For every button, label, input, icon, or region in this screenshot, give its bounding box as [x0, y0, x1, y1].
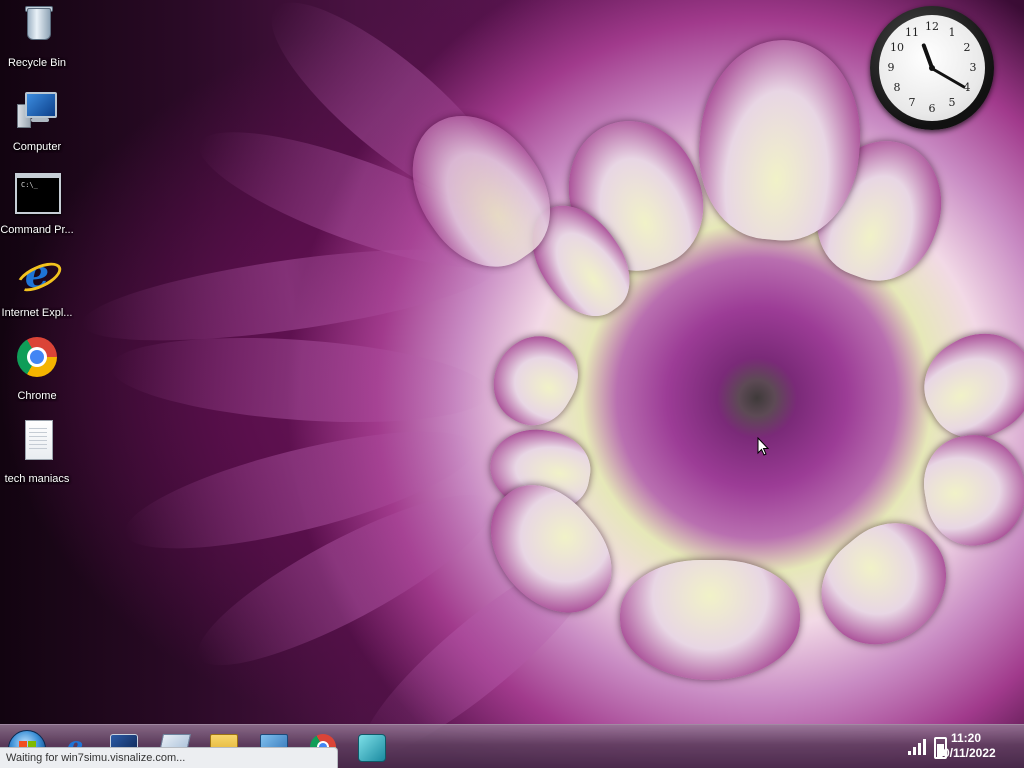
- desktop-icon-label: Chrome: [17, 390, 57, 402]
- clock-number: 10: [890, 41, 904, 54]
- clock-number: 3: [969, 61, 977, 74]
- clock-number: 6: [928, 102, 936, 115]
- clock-number: 11: [905, 26, 919, 39]
- clock-face: 12 1 2 3 4 5 6 7 8 9 10 11: [879, 15, 985, 121]
- desktop-icon-command-prompt[interactable]: C:\_ Command Pr...: [0, 167, 74, 247]
- clock-center-pin: [929, 65, 935, 71]
- desktop-icon-label: Command Pr...: [0, 224, 74, 236]
- desktop-icon-label: tech maniacs: [4, 473, 70, 485]
- status-bar: Waiting for win7simu.visnalize.com...: [0, 747, 338, 768]
- clock-number: 2: [963, 41, 971, 54]
- taskbar-media-player[interactable]: [348, 728, 392, 766]
- system-tray: 11:20 10/11/2022: [874, 725, 1024, 768]
- taskbar-date: 10/11/2022: [936, 746, 996, 760]
- recycle-bin-icon: [13, 4, 61, 52]
- taskbar-time: 11:20: [950, 731, 982, 745]
- clock-number: 12: [925, 20, 939, 33]
- desktop-icon-label: Recycle Bin: [7, 57, 67, 69]
- clock-number: 8: [893, 81, 901, 94]
- clock-minute-hand: [931, 66, 966, 89]
- taskbar-clock[interactable]: 11:20 10/11/2022: [926, 731, 1006, 761]
- clock-number: 7: [908, 96, 916, 109]
- desktop-icon-recycle-bin[interactable]: Recycle Bin: [0, 0, 74, 80]
- command-prompt-icon: C:\_: [13, 171, 61, 219]
- desktop-icon-label: Internet Expl...: [1, 307, 73, 319]
- clock-number: 1: [948, 26, 956, 39]
- status-text: Waiting for win7simu.visnalize.com...: [6, 752, 186, 764]
- desktop-icon-computer[interactable]: Computer: [0, 84, 74, 164]
- desktop-icon-chrome[interactable]: Chrome: [0, 333, 74, 413]
- desktop[interactable]: Recycle Bin Computer C:\_ Command Pr... …: [0, 0, 1024, 768]
- media-player-icon: [358, 734, 386, 762]
- clock-gadget[interactable]: 12 1 2 3 4 5 6 7 8 9 10 11: [870, 6, 994, 130]
- clock-number: 5: [948, 96, 956, 109]
- cmd-icon-text: C:\_: [21, 181, 38, 189]
- text-document-icon: [13, 420, 61, 468]
- clock-number: 9: [887, 61, 895, 74]
- chrome-icon: [13, 337, 61, 385]
- desktop-icon-internet-explorer[interactable]: e Internet Expl...: [0, 250, 74, 330]
- desktop-icon-tech-maniacs[interactable]: tech maniacs: [0, 416, 74, 496]
- desktop-icon-label: Computer: [12, 141, 62, 153]
- mouse-cursor-icon: [757, 437, 770, 456]
- computer-icon: [13, 88, 61, 136]
- internet-explorer-icon: e: [12, 254, 66, 302]
